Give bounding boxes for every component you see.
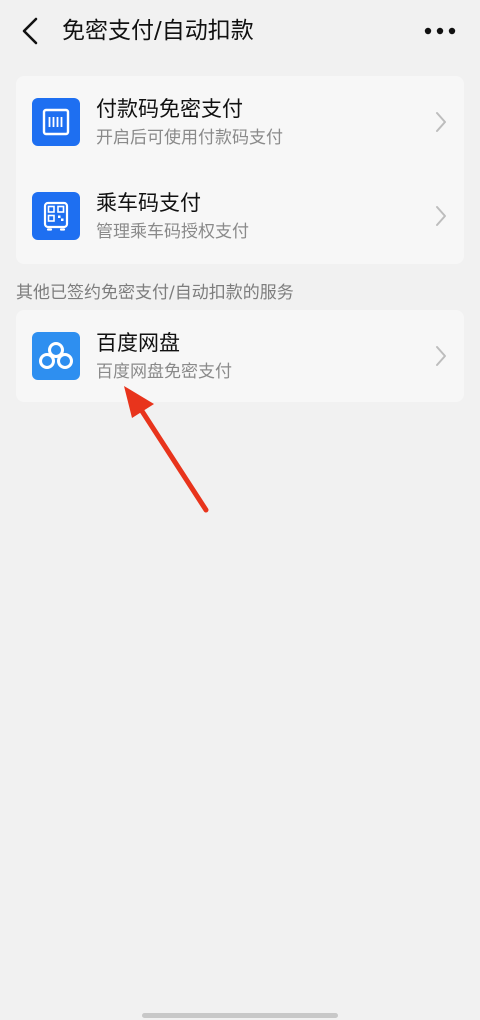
chevron-left-icon <box>22 17 38 45</box>
payment-settings-card: 付款码免密支付 开启后可使用付款码支付 乘车码支付 管理乘车码授权支付 <box>16 76 464 264</box>
list-item-subtitle: 开启后可使用付款码支付 <box>96 128 283 148</box>
chevron-right-icon <box>434 344 448 368</box>
baidu-netdisk-logo <box>32 332 80 380</box>
list-item-subtitle: 管理乘车码授权支付 <box>96 222 249 242</box>
list-item-baidu-netdisk[interactable]: 百度网盘 百度网盘免密支付 <box>16 310 464 402</box>
list-item-title: 乘车码支付 <box>96 191 201 215</box>
more-button[interactable] <box>420 16 460 46</box>
barcode-icon <box>32 98 80 146</box>
back-button[interactable] <box>14 12 50 50</box>
other-services-card: 百度网盘 百度网盘免密支付 <box>16 310 464 402</box>
list-item-barcode-payment[interactable]: 付款码免密支付 开启后可使用付款码支付 <box>16 76 464 168</box>
qr-bus-icon <box>32 192 80 240</box>
list-item-title: 付款码免密支付 <box>96 97 243 121</box>
page-title: 免密支付/自动扣款 <box>62 18 254 44</box>
chevron-right-icon <box>434 110 448 134</box>
annotation-arrow-icon <box>110 380 220 520</box>
list-item-transit-code-payment[interactable]: 乘车码支付 管理乘车码授权支付 <box>16 170 464 262</box>
list-item-title: 百度网盘 <box>96 331 180 355</box>
more-dots-icon <box>424 27 456 35</box>
home-indicator <box>142 1013 338 1018</box>
section-header-other-services: 其他已签约免密支付/自动扣款的服务 <box>16 283 294 303</box>
navbar: 免密支付/自动扣款 <box>0 0 480 62</box>
chevron-right-icon <box>434 204 448 228</box>
